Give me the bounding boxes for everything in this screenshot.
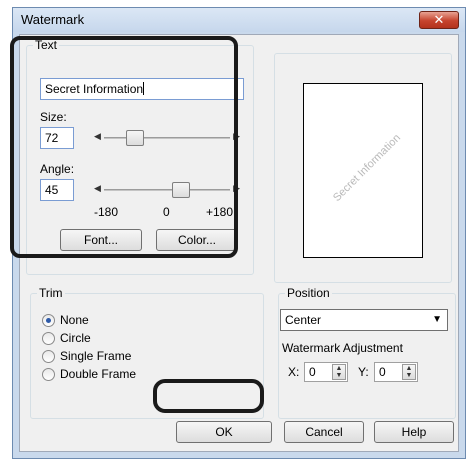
help-button[interactable]: Help [374, 421, 454, 443]
preview-page: Secret Information [303, 83, 423, 258]
y-label: Y: [358, 365, 369, 379]
radio-label-double-frame: Double Frame [60, 367, 137, 381]
angle-scale-max: +180 [206, 205, 234, 219]
size-slider-thumb[interactable] [125, 130, 144, 146]
text-group-label: Text [33, 38, 60, 52]
radio-label-none: None [60, 313, 89, 327]
spin-down-icon[interactable]: ▼ [403, 372, 415, 379]
x-spin-buttons[interactable]: ▲ ▼ [332, 364, 346, 380]
spin-down-icon[interactable]: ▼ [333, 372, 345, 379]
size-value: 72 [45, 131, 59, 145]
chevron-down-icon[interactable]: ▼ [432, 314, 442, 325]
y-spinner[interactable]: 0 ▲ ▼ [374, 362, 418, 382]
radio-circle[interactable] [42, 332, 55, 345]
watermark-adjustment-label: Watermark Adjustment [282, 341, 403, 355]
radio-double-frame[interactable] [42, 368, 55, 381]
size-label: Size: [40, 110, 67, 124]
color-button[interactable]: Color... [156, 229, 238, 251]
angle-slider-line [104, 189, 230, 191]
angle-scale-mid: 0 [163, 205, 170, 219]
trim-group-label: Trim [37, 286, 65, 300]
y-spin-buttons[interactable]: ▲ ▼ [402, 364, 416, 380]
angle-label: Angle: [40, 162, 75, 176]
text-caret [143, 82, 145, 95]
angle-input[interactable]: 45 [40, 179, 74, 201]
size-slider-line [104, 137, 230, 139]
spin-up-icon[interactable]: ▲ [403, 365, 415, 372]
slider-right-arrow-icon[interactable]: ▶ [233, 183, 240, 194]
position-group-label: Position [285, 286, 332, 300]
radio-single-frame[interactable] [42, 350, 55, 363]
title-bar[interactable]: Watermark ✕ [13, 8, 465, 32]
angle-slider[interactable]: ◀ ▶ [92, 180, 242, 200]
watermark-dialog: Watermark ✕ Text Secret Information Size… [12, 7, 466, 459]
size-input[interactable]: 72 [40, 127, 74, 149]
watermark-text-value: Secret Information [45, 82, 144, 96]
x-label: X: [288, 365, 300, 379]
ok-button[interactable]: OK [176, 421, 272, 443]
spin-up-icon[interactable]: ▲ [333, 365, 345, 372]
cancel-button[interactable]: Cancel [284, 421, 364, 443]
angle-scale-min: -180 [94, 205, 119, 219]
slider-left-arrow-icon[interactable]: ◀ [94, 183, 101, 194]
angle-slider-thumb[interactable] [171, 182, 190, 198]
window-title: Watermark [21, 12, 85, 27]
x-spinner[interactable]: 0 ▲ ▼ [304, 362, 348, 382]
font-button[interactable]: Font... [60, 229, 142, 251]
radio-none[interactable] [42, 314, 55, 327]
close-button[interactable]: ✕ [419, 11, 459, 29]
slider-right-arrow-icon[interactable]: ▶ [233, 131, 240, 142]
dialog-body: Text Secret Information Size: 72 ◀ ▶ Ang… [19, 34, 459, 452]
y-value: 0 [379, 365, 386, 379]
x-value: 0 [309, 365, 316, 379]
preview-watermark-text: Secret Information [330, 131, 404, 205]
slider-left-arrow-icon[interactable]: ◀ [94, 131, 101, 142]
radio-label-circle: Circle [60, 331, 91, 345]
radio-label-single-frame: Single Frame [60, 349, 132, 363]
angle-value: 45 [45, 183, 59, 197]
watermark-text-input[interactable]: Secret Information [40, 78, 244, 100]
size-slider[interactable]: ◀ ▶ [92, 128, 242, 148]
position-select-value: Center [285, 313, 322, 327]
close-icon: ✕ [433, 12, 445, 27]
position-select[interactable]: Center ▼ [280, 309, 448, 331]
